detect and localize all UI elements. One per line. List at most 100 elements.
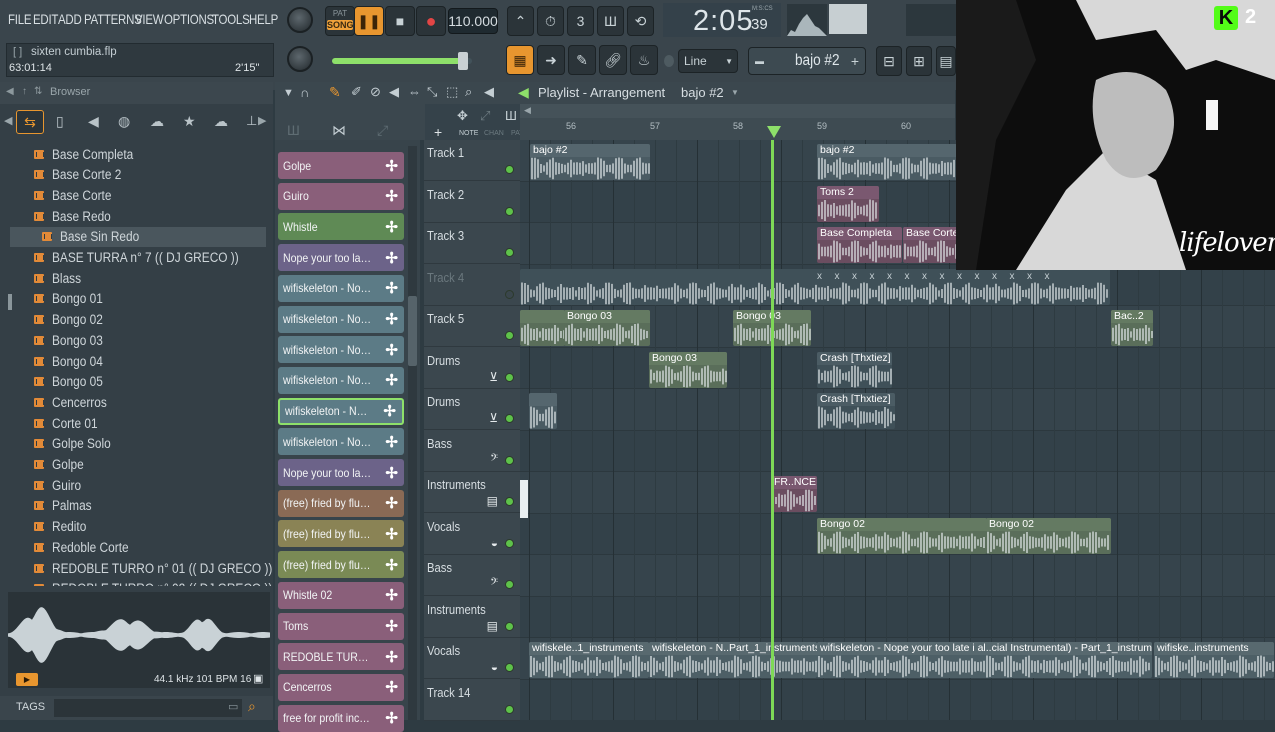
delete-tool-icon[interactable]: ⊘	[370, 84, 381, 100]
channel-drag-icon[interactable]: ✢	[385, 648, 398, 666]
track-mute-led[interactable]	[505, 455, 514, 465]
globe-icon[interactable]: ◍	[118, 113, 130, 130]
menu-edit[interactable]: EDIT	[33, 11, 58, 27]
browser-item[interactable]: Bongo 05	[34, 372, 110, 392]
menu-file[interactable]: FILE	[8, 11, 32, 27]
stop-button[interactable]: ■	[385, 6, 415, 36]
track-mute-led[interactable]	[505, 663, 514, 672]
channel-drag-icon[interactable]: ✢	[385, 709, 398, 727]
menu-help[interactable]: HELP	[249, 11, 278, 27]
channel-drag-icon[interactable]: ✢	[385, 341, 398, 359]
track-header[interactable]: Vocals ◒	[424, 514, 520, 555]
browser-item[interactable]: BASE TURRA n° 7 (( DJ GRECO ))	[34, 248, 264, 268]
note-mode-label[interactable]: NOTE	[459, 130, 478, 137]
channel-button[interactable]: REDOBLE TURRO n° 0... ✢	[278, 643, 404, 671]
playlist-clip[interactable]: wifiskele..1_instruments	[529, 642, 649, 678]
playlist-clip[interactable]: bajo #2	[530, 144, 650, 180]
browser-item[interactable]: Redito	[34, 517, 91, 537]
playlist-clip[interactable]: Bongo 03	[564, 310, 650, 346]
channel-button[interactable]: wifiskeleton - Nope... ✢	[278, 428, 404, 456]
wait-input-button[interactable]: ⏱	[537, 6, 564, 36]
playlist-clip[interactable]: wifiskeleton - Nope your too late i al..…	[817, 642, 1152, 678]
arrows-icon[interactable]: ⇅	[34, 86, 42, 97]
tempo-display[interactable]: 110.000	[448, 8, 498, 34]
folder-icon[interactable]: ▭	[228, 700, 238, 713]
channel-drag-icon[interactable]: ✢	[385, 249, 398, 267]
all-filter-button[interactable]: ⇆	[16, 110, 44, 134]
channel-button[interactable]: Whistle ✢	[278, 213, 404, 241]
browser-item[interactable]: Blass	[34, 268, 85, 288]
playlist-menu-icon[interactable]: ▼	[283, 87, 294, 99]
timeline-ruler[interactable]: ◀ 56 57 58 59 60	[520, 104, 955, 140]
channel-button[interactable]: wifiskeleton - Nope... ✢	[278, 336, 404, 364]
playback-tool-icon[interactable]: ◀	[484, 84, 494, 100]
tags-search-input[interactable]	[54, 699, 242, 717]
track-header[interactable]: Bass 𝄢	[424, 431, 520, 472]
track-mute-led[interactable]	[505, 704, 514, 714]
channel-button[interactable]: (free) fried by fluorid... ✢	[278, 551, 404, 579]
channel-button[interactable]: (free) fried by fluorid... ✢	[278, 520, 404, 548]
track-mute-led[interactable]	[505, 414, 514, 423]
clip-stub[interactable]	[520, 480, 528, 518]
piano-roll-button[interactable]: ⊞	[906, 46, 932, 76]
track-mute-led[interactable]	[505, 165, 514, 174]
playlist-clip[interactable]: Bongo 02	[986, 517, 1111, 554]
mixer-button[interactable]: ⊟	[876, 46, 902, 76]
playlist-clip[interactable]: Crash [Thxtiez]	[817, 393, 895, 429]
playlist-clip[interactable]: wifiskeleton - N..Part_1_instruments	[649, 642, 817, 678]
track-mute-led[interactable]	[505, 497, 514, 506]
step-edit-button[interactable]: Ш	[597, 6, 624, 36]
track-mute-led[interactable]	[505, 580, 514, 589]
speaker-icon[interactable]: ◀	[88, 113, 99, 130]
add-track-icon[interactable]: +	[434, 124, 442, 140]
channel-button[interactable]: Toms ✢	[278, 612, 404, 640]
mute-tool-icon[interactable]: ◀	[389, 84, 399, 100]
channel-button[interactable]: wifiskeleton - Nope... ✢	[278, 305, 404, 333]
channel-drag-icon[interactable]: ✢	[385, 556, 398, 574]
browser-item[interactable]: REDOBLE TURRO n° 01 (( DJ GRECO ))	[34, 558, 273, 578]
playlist-clip[interactable]: Bac..2	[1111, 310, 1153, 346]
playlist-clip[interactable]: Bongo 02	[817, 517, 987, 554]
channel-button[interactable]: (free) fried by fluorid... ✢	[278, 489, 404, 517]
playhead-line[interactable]	[771, 140, 774, 720]
track-mute-led[interactable]	[505, 621, 514, 631]
track-mute-led[interactable]	[505, 248, 514, 257]
record-button[interactable]: ●	[416, 6, 446, 36]
menu-patterns[interactable]: PATTERNS	[84, 11, 142, 27]
pattern-selector[interactable]: ▬ bajo #2 +	[748, 47, 866, 75]
channel-rack-button[interactable]: ▤	[936, 46, 956, 76]
track-mute-led[interactable]	[505, 538, 514, 548]
browser-item[interactable]: Guiro	[34, 475, 85, 495]
snap-select[interactable]: Line ▼	[678, 49, 738, 73]
channel-drag-icon[interactable]: ✢	[385, 218, 398, 236]
track-header[interactable]: Track 14	[424, 680, 520, 721]
arrow-tool-button[interactable]: ➜	[537, 45, 565, 75]
preview-play-button[interactable]: ▶	[16, 673, 38, 686]
spread-icon[interactable]: ⋈	[332, 122, 346, 139]
scroll-left-icon[interactable]: ◀	[524, 105, 531, 116]
select-tool-icon[interactable]: ⬚	[446, 84, 458, 100]
channel-button[interactable]: Whistle 02 ✢	[278, 581, 404, 609]
channel-button[interactable]: free for profit incelco... ✢	[278, 704, 404, 732]
scale-icon[interactable]: ⤢	[480, 108, 490, 124]
playlist-clip[interactable]: Crash [Thxtiez]	[817, 351, 892, 388]
browser-item[interactable]: Base Redo	[34, 206, 119, 226]
link-button[interactable]: 🔗︎	[599, 45, 627, 75]
browser-item[interactable]: Base Corte 2	[34, 165, 131, 185]
channel-drag-icon[interactable]: ✢	[385, 678, 398, 696]
chevron-right-icon[interactable]: ▶	[258, 114, 266, 127]
channel-drag-icon[interactable]: ✢	[385, 187, 398, 205]
browser-item[interactable]: Palmas	[34, 496, 97, 516]
loop-record-button[interactable]: ⟲	[627, 6, 654, 36]
channel-drag-icon[interactable]: ✢	[385, 371, 398, 389]
channel-button[interactable]: wifiskeleton - Nope... ✢	[278, 274, 404, 302]
playlist-pattern[interactable]: bajo #2	[681, 85, 724, 100]
track-mute-led[interactable]	[505, 372, 514, 382]
zoom-tool-icon[interactable]: ⌕	[465, 84, 472, 100]
track-header[interactable]: Bass 𝄢	[424, 555, 520, 596]
browser-item[interactable]: Corte 01	[34, 413, 104, 433]
playlist-clip[interactable]	[520, 310, 565, 346]
rack-mini-icon[interactable]: Ш	[505, 108, 517, 123]
master-volume-knob[interactable]	[287, 7, 313, 33]
channel-button[interactable]: Cencerros ✢	[278, 673, 404, 701]
